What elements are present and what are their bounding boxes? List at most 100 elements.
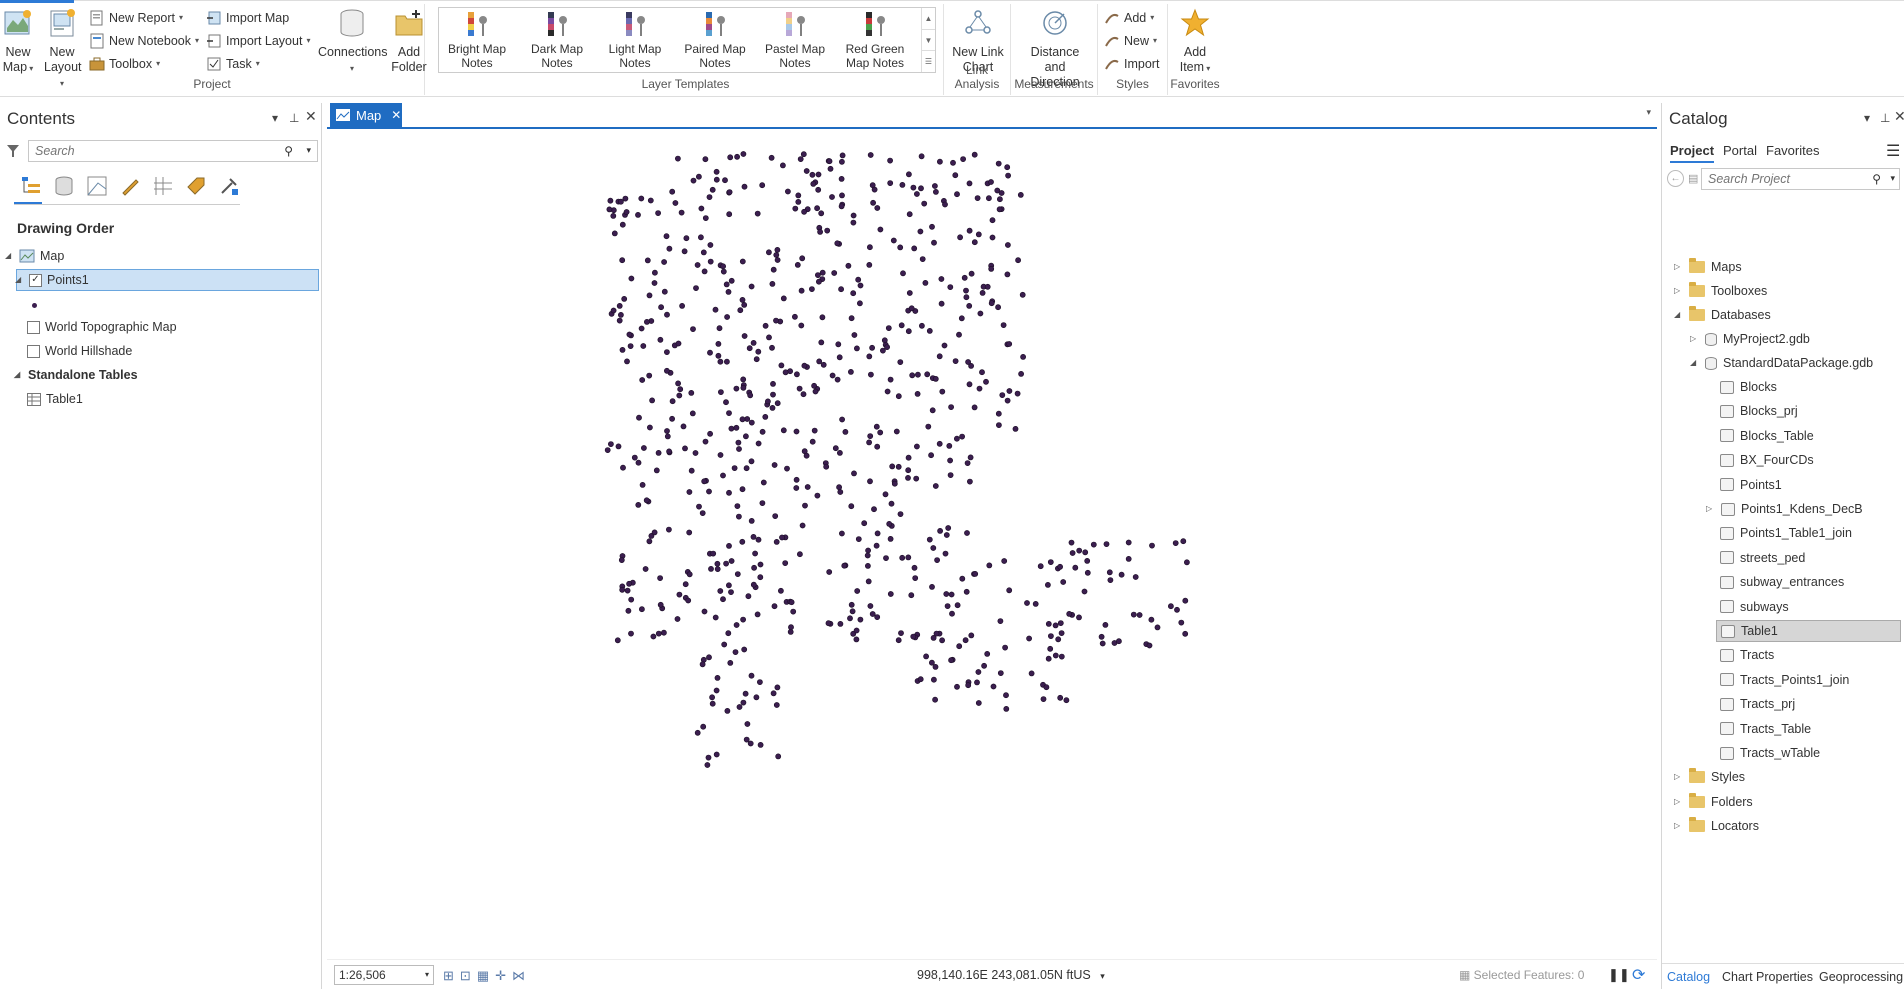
map-point[interactable] xyxy=(728,425,735,432)
map-point[interactable] xyxy=(646,292,653,299)
map-point[interactable] xyxy=(867,478,873,485)
map-point[interactable] xyxy=(1001,558,1008,564)
map-point[interactable] xyxy=(880,347,886,354)
map-point[interactable] xyxy=(1002,644,1008,651)
map-point[interactable] xyxy=(906,171,912,178)
map-point[interactable] xyxy=(984,283,991,290)
search-icon[interactable]: ⚲ xyxy=(284,144,293,158)
layer-template-0[interactable]: Bright Map Notes xyxy=(439,10,515,70)
expand-icon[interactable]: ◢ xyxy=(1674,304,1683,326)
catalog-item-locators[interactable]: ▷ Locators xyxy=(1674,815,1759,837)
map-point[interactable] xyxy=(616,302,623,309)
map-point[interactable] xyxy=(1118,571,1125,578)
pause-drawing-icon[interactable]: ❚❚ xyxy=(1608,967,1630,983)
map-point[interactable] xyxy=(824,227,831,234)
map-point[interactable] xyxy=(931,676,937,683)
map-point[interactable] xyxy=(848,601,855,608)
map-point[interactable] xyxy=(771,462,778,468)
list-by-charts-icon[interactable] xyxy=(218,175,240,197)
map-point[interactable] xyxy=(997,618,1004,624)
map-point[interactable] xyxy=(847,615,853,622)
map-point[interactable] xyxy=(845,262,852,269)
map-point[interactable] xyxy=(965,359,971,365)
map-point[interactable] xyxy=(800,391,807,398)
map-point[interactable] xyxy=(1107,577,1114,583)
map-point[interactable] xyxy=(681,248,688,255)
map-point[interactable] xyxy=(939,388,946,395)
map-point[interactable] xyxy=(782,560,789,566)
search-icon[interactable]: ⚲ xyxy=(1872,172,1881,186)
map-point[interactable] xyxy=(943,532,950,538)
map-point[interactable] xyxy=(709,186,716,193)
map-point[interactable] xyxy=(702,438,709,445)
map-point[interactable] xyxy=(725,582,732,589)
map-point[interactable] xyxy=(893,428,900,435)
map-point[interactable] xyxy=(744,721,751,727)
map-point[interactable] xyxy=(762,413,769,420)
map-point[interactable] xyxy=(891,480,898,487)
refresh-icon[interactable]: ⟳ xyxy=(1632,965,1645,985)
map-point[interactable] xyxy=(1146,642,1153,649)
catalog-item-tracts[interactable]: Tracts xyxy=(1720,644,1774,666)
map-point[interactable] xyxy=(793,428,800,435)
map-point[interactable] xyxy=(751,564,757,571)
map-point[interactable] xyxy=(801,208,807,215)
map-point[interactable] xyxy=(1005,172,1011,179)
map-point[interactable] xyxy=(964,530,970,536)
map-point[interactable] xyxy=(971,239,978,246)
map-point[interactable] xyxy=(773,702,780,708)
map-point[interactable] xyxy=(855,276,862,283)
map-point[interactable] xyxy=(989,217,996,224)
pin-icon[interactable]: ⊥ xyxy=(289,111,299,125)
map-point[interactable] xyxy=(640,445,647,451)
map-point[interactable] xyxy=(839,158,845,165)
point-symbol-swatch[interactable] xyxy=(32,303,37,308)
list-by-editing-icon[interactable] xyxy=(119,175,141,197)
map-point[interactable] xyxy=(818,210,825,217)
map-point[interactable] xyxy=(810,181,817,187)
map-point[interactable] xyxy=(720,596,726,603)
map-point[interactable] xyxy=(765,249,772,256)
catalog-item-points1[interactable]: Points1 xyxy=(1720,474,1782,496)
map-point[interactable] xyxy=(1182,630,1189,637)
map-point[interactable] xyxy=(926,327,933,334)
map-point[interactable] xyxy=(722,177,728,184)
map-point[interactable] xyxy=(669,415,675,422)
map-point[interactable] xyxy=(988,300,995,307)
map-point[interactable] xyxy=(774,400,781,407)
map-point[interactable] xyxy=(759,500,766,506)
map-point[interactable] xyxy=(897,359,904,365)
map-point[interactable] xyxy=(651,529,658,536)
map-point[interactable] xyxy=(697,234,704,241)
map-point[interactable] xyxy=(755,440,762,447)
map-point[interactable] xyxy=(823,463,830,470)
map-point[interactable] xyxy=(734,153,740,160)
expand-icon[interactable]: ▷ xyxy=(1674,766,1683,788)
map-point[interactable] xyxy=(748,672,755,679)
map-point[interactable] xyxy=(997,196,1003,203)
tree-layer-topo[interactable]: World Topographic Map xyxy=(27,316,177,338)
map-point[interactable] xyxy=(610,307,617,314)
map-point[interactable] xyxy=(717,588,724,594)
map-point[interactable] xyxy=(836,354,843,361)
back-icon[interactable]: ← xyxy=(1667,170,1684,187)
map-point[interactable] xyxy=(888,500,895,507)
map-point[interactable] xyxy=(915,371,921,378)
map-point[interactable] xyxy=(640,343,647,349)
map-point[interactable] xyxy=(694,262,701,268)
map-point[interactable] xyxy=(989,234,996,241)
map-point[interactable] xyxy=(624,587,631,594)
map-point[interactable] xyxy=(853,627,860,634)
new-report-button[interactable]: New Report ▾ xyxy=(89,8,183,28)
map-point[interactable] xyxy=(1058,653,1065,660)
map-point[interactable] xyxy=(735,513,742,520)
map-point[interactable] xyxy=(770,391,776,398)
map-point[interactable] xyxy=(949,610,955,617)
catalog-item-table1[interactable]: Table1 xyxy=(1716,620,1901,642)
map-point[interactable] xyxy=(622,195,629,202)
tab-favorites[interactable]: Favorites xyxy=(1766,143,1819,158)
map-point[interactable] xyxy=(699,661,706,668)
map-point[interactable] xyxy=(869,344,875,351)
map-point[interactable] xyxy=(1032,600,1039,607)
map-point[interactable] xyxy=(788,624,794,631)
